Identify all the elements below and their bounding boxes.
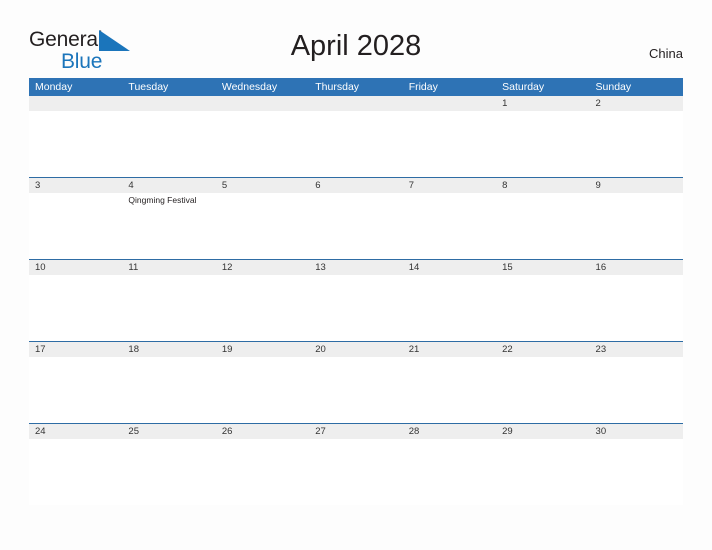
weekday-header-sunday: Sunday — [595, 81, 632, 93]
week-body-row — [29, 275, 683, 341]
day-cell[interactable] — [122, 357, 216, 423]
day-number[interactable]: 26 — [216, 424, 309, 439]
calendar-week-row: 10 11 12 13 14 15 16 — [29, 259, 683, 341]
week-body-row — [29, 357, 683, 423]
day-number[interactable]: 1 — [496, 96, 589, 111]
day-number[interactable]: 27 — [309, 424, 402, 439]
day-cell[interactable] — [589, 111, 683, 177]
day-cell[interactable] — [309, 193, 403, 259]
day-cell[interactable] — [309, 275, 403, 341]
day-number[interactable]: 9 — [590, 178, 683, 193]
day-number[interactable] — [403, 96, 496, 111]
day-number[interactable] — [216, 96, 309, 111]
day-cell[interactable] — [589, 357, 683, 423]
day-number[interactable]: 16 — [590, 260, 683, 275]
day-cell[interactable] — [402, 193, 497, 259]
day-number[interactable]: 15 — [496, 260, 589, 275]
day-number[interactable]: 10 — [29, 260, 122, 275]
day-number[interactable]: 18 — [122, 342, 215, 357]
week-date-band: 3 4 5 6 7 8 9 — [29, 178, 683, 193]
day-cell[interactable]: Qingming Festival — [122, 193, 216, 259]
day-number[interactable] — [309, 96, 402, 111]
day-number[interactable]: 19 — [216, 342, 309, 357]
day-number[interactable]: 21 — [403, 342, 496, 357]
calendar-week-row: 24 25 26 27 28 29 30 — [29, 423, 683, 505]
day-cell[interactable] — [309, 439, 403, 505]
day-number[interactable]: 11 — [122, 260, 215, 275]
day-cell[interactable] — [402, 275, 497, 341]
day-cell[interactable] — [496, 439, 590, 505]
day-cell[interactable] — [215, 275, 310, 341]
day-number[interactable] — [29, 96, 122, 111]
calendar-grid: Monday Tuesday Wednesday Thursday Friday… — [29, 78, 683, 505]
day-cell[interactable] — [122, 275, 216, 341]
day-cell[interactable] — [29, 193, 123, 259]
week-date-band: 17 18 19 20 21 22 23 — [29, 342, 683, 357]
weekday-header-wednesday: Wednesday — [221, 81, 278, 93]
week-body-row: Qingming Festival — [29, 193, 683, 259]
weekday-header-thursday: Thursday — [315, 81, 360, 93]
day-cell[interactable] — [215, 111, 310, 177]
page-title: April 2028 — [290, 30, 422, 62]
day-number[interactable]: 29 — [496, 424, 589, 439]
day-number[interactable]: 20 — [309, 342, 402, 357]
country-label: China — [649, 46, 683, 61]
day-cell[interactable] — [29, 357, 123, 423]
day-number[interactable]: 25 — [122, 424, 215, 439]
day-cell[interactable] — [589, 275, 683, 341]
day-cell[interactable] — [589, 439, 683, 505]
day-cell[interactable] — [29, 111, 123, 177]
day-number[interactable] — [122, 96, 215, 111]
day-event: Qingming Festival — [128, 195, 197, 205]
week-body-row — [29, 111, 683, 177]
day-cell[interactable] — [29, 275, 123, 341]
day-number[interactable]: 24 — [29, 424, 122, 439]
day-number[interactable]: 23 — [590, 342, 683, 357]
week-date-band: 1 2 — [29, 96, 683, 111]
day-number[interactable]: 28 — [403, 424, 496, 439]
day-cell[interactable] — [309, 357, 403, 423]
day-number[interactable]: 7 — [403, 178, 496, 193]
day-cell[interactable] — [496, 193, 590, 259]
weekday-header-friday: Friday — [408, 81, 438, 93]
day-number[interactable]: 22 — [496, 342, 589, 357]
weekday-header-tuesday: Tuesday — [128, 81, 169, 93]
day-cell[interactable] — [122, 111, 216, 177]
day-cell[interactable] — [496, 111, 590, 177]
calendar-week-row: 1 2 — [29, 96, 683, 177]
weekday-header-row: Monday Tuesday Wednesday Thursday Friday… — [29, 78, 683, 96]
day-cell[interactable] — [29, 439, 123, 505]
day-number[interactable]: 30 — [590, 424, 683, 439]
calendar-week-row: 3 4 5 6 7 8 9 Qingming Festival — [29, 177, 683, 259]
weekday-header-monday: Monday — [35, 81, 73, 93]
day-number[interactable]: 14 — [403, 260, 496, 275]
day-number[interactable]: 13 — [309, 260, 402, 275]
day-cell[interactable] — [496, 357, 590, 423]
day-cell[interactable] — [402, 439, 497, 505]
day-cell[interactable] — [215, 193, 310, 259]
day-cell[interactable] — [402, 357, 497, 423]
day-number[interactable]: 17 — [29, 342, 122, 357]
day-number[interactable]: 8 — [496, 178, 589, 193]
day-number[interactable]: 6 — [309, 178, 402, 193]
week-date-band: 24 25 26 27 28 29 30 — [29, 424, 683, 439]
day-cell[interactable] — [589, 193, 683, 259]
calendar-week-row: 17 18 19 20 21 22 23 — [29, 341, 683, 423]
day-number[interactable]: 3 — [29, 178, 122, 193]
day-cell[interactable] — [402, 111, 497, 177]
day-number[interactable]: 12 — [216, 260, 309, 275]
day-cell[interactable] — [215, 357, 310, 423]
day-cell[interactable] — [496, 275, 590, 341]
day-number[interactable]: 4 — [122, 178, 215, 193]
day-number[interactable]: 5 — [216, 178, 309, 193]
day-cell[interactable] — [309, 111, 403, 177]
page-header: General Blue April 2028 China — [0, 0, 712, 78]
week-body-row — [29, 439, 683, 505]
day-cell[interactable] — [215, 439, 310, 505]
weekday-header-saturday: Saturday — [502, 81, 545, 93]
week-date-band: 10 11 12 13 14 15 16 — [29, 260, 683, 275]
day-number[interactable]: 2 — [590, 96, 683, 111]
day-cell[interactable] — [122, 439, 216, 505]
